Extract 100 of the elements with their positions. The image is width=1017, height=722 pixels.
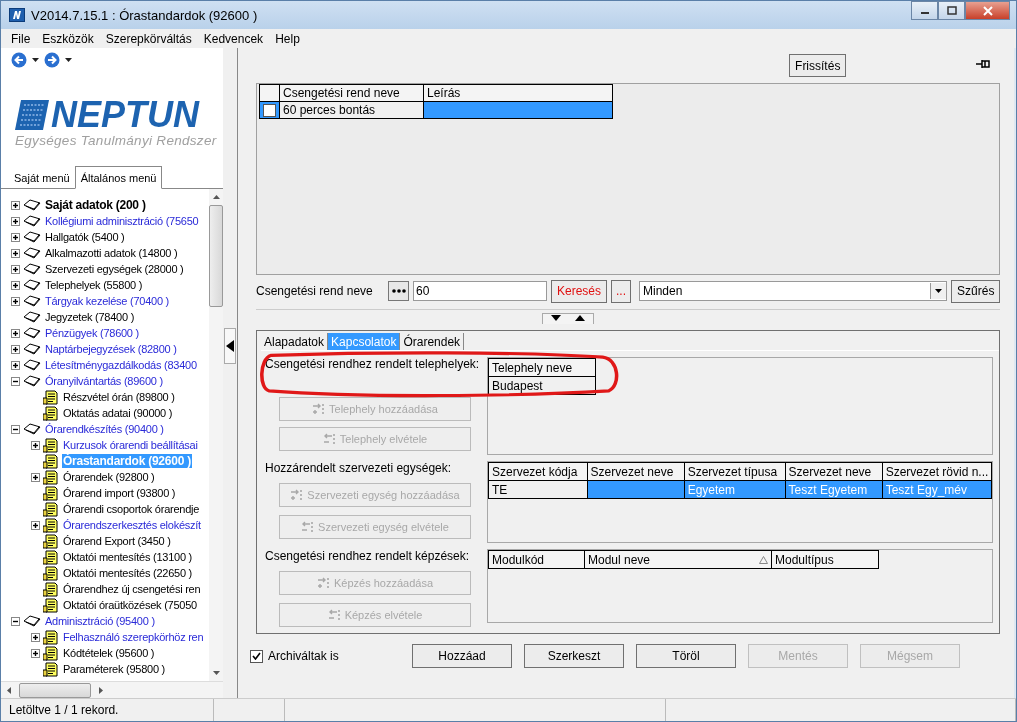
tree-item[interactable]: Kollégiumi adminisztráció (75650 xyxy=(44,215,200,227)
tree-item[interactable]: Pénzügyek (78600 ) xyxy=(44,327,140,339)
tree-item[interactable]: Kurzusok órarendi beállításai xyxy=(62,439,199,451)
expander-icon[interactable] xyxy=(11,280,20,290)
triangle-down-icon xyxy=(551,315,562,321)
tree-item[interactable]: Oktatói óraütközések (75050 xyxy=(62,599,198,611)
expander-icon[interactable] xyxy=(11,232,20,242)
menu-item[interactable]: Kedvencek xyxy=(197,29,270,48)
scroll-thumb[interactable] xyxy=(19,682,91,698)
tree-item[interactable]: Adminisztráció (95400 ) xyxy=(44,615,156,627)
tree-item[interactable]: Szervezeti egységek (28000 ) xyxy=(44,263,185,275)
tree-item[interactable]: Saját adatok (200 ) xyxy=(44,198,147,212)
tree-item[interactable]: Paraméterek (95800 ) xyxy=(62,663,166,675)
column-header[interactable]: Modulkód xyxy=(488,550,585,569)
column-header[interactable]: Leírás xyxy=(423,84,613,102)
scroll-right-icon[interactable] xyxy=(99,686,103,694)
expander-icon[interactable] xyxy=(11,328,20,338)
expander-icon[interactable] xyxy=(11,344,20,354)
tree-item[interactable]: Órarend import (93800 ) xyxy=(62,487,177,499)
collapse-button[interactable] xyxy=(224,328,236,364)
close-button[interactable] xyxy=(965,1,1010,20)
tree-item[interactable]: Oktatás adatai (90000 ) xyxy=(62,407,174,419)
scroll-thumb[interactable] xyxy=(209,205,223,307)
checkbox[interactable] xyxy=(250,649,263,663)
tree-item[interactable]: Tárgyak kezelése (70400 ) xyxy=(44,295,170,307)
book-icon xyxy=(23,423,41,435)
tree-item[interactable]: Oktatói mentesítés (22650 ) xyxy=(62,567,193,579)
dropdown-caret-icon[interactable] xyxy=(65,58,72,62)
column-header[interactable]: Csengetési rend neve xyxy=(279,84,424,102)
refresh-button[interactable]: Frissítés xyxy=(789,54,847,77)
expander-icon[interactable] xyxy=(11,424,20,434)
minimize-button[interactable] xyxy=(911,1,938,20)
menu-item[interactable]: File xyxy=(5,29,37,48)
menu-tab[interactable]: Általános menü xyxy=(74,166,163,189)
action-button[interactable]: Hozzáad xyxy=(412,644,512,668)
column-header[interactable]: Szervezet neve xyxy=(785,462,883,481)
maximize-button[interactable] xyxy=(938,1,965,20)
action-button[interactable]: Szerkeszt xyxy=(524,644,624,668)
tree-item[interactable]: Órarendkészítés (90400 ) xyxy=(44,423,165,435)
tree-item[interactable]: Óranyilvántartás (89600 ) xyxy=(44,375,164,387)
tree-item[interactable]: Órarendek (92800 ) xyxy=(62,471,156,483)
expander-icon[interactable] xyxy=(11,376,20,386)
filter-dropdown[interactable]: Minden xyxy=(639,281,948,301)
tree-item[interactable]: Kódtételek (95600 ) xyxy=(62,647,156,659)
tree-item[interactable]: Felhasználó szerepkörhöz ren xyxy=(62,631,205,643)
book-icon xyxy=(23,327,41,339)
expander-icon[interactable] xyxy=(31,632,40,642)
action-button[interactable]: Töröl xyxy=(636,644,736,668)
scroll-down-icon[interactable] xyxy=(212,671,220,675)
tree-item[interactable]: Naptárbejegyzések (82800 ) xyxy=(44,343,178,355)
more-button[interactable]: ... xyxy=(611,279,632,303)
tree-item[interactable]: Részvétel órán (89800 ) xyxy=(62,391,176,403)
search-button[interactable]: Keresés xyxy=(551,279,608,303)
pin-icon[interactable] xyxy=(976,58,993,69)
expander-icon[interactable] xyxy=(11,200,20,210)
splitter-handle[interactable] xyxy=(542,313,595,324)
scrollbar[interactable] xyxy=(1,681,223,698)
tree-item[interactable]: Hallgatók (5400 ) xyxy=(44,231,126,243)
tree-item[interactable]: Órarendi csoportok órarendje xyxy=(62,503,201,515)
row-checkbox[interactable] xyxy=(263,104,276,118)
tree-item[interactable]: Alkalmazotti adatok (14800 ) xyxy=(44,247,179,259)
expander-icon[interactable] xyxy=(31,648,40,658)
column-header[interactable]: Telephely neve xyxy=(488,358,596,377)
tree-item[interactable]: Órarendszerkesztés elokészít xyxy=(62,519,202,531)
expander-icon[interactable] xyxy=(11,296,20,306)
tree-item[interactable]: Órarendhez új csengetési ren xyxy=(62,583,202,595)
expander-icon[interactable] xyxy=(11,616,20,626)
column-header[interactable]: Szervezet neve xyxy=(587,462,685,481)
menu-item[interactable]: Szerepkörváltás xyxy=(99,29,198,48)
back-icon[interactable] xyxy=(11,52,27,68)
tree-item[interactable]: Oktatói mentesítés (13100 ) xyxy=(62,551,193,563)
options-button[interactable] xyxy=(388,281,409,301)
tree-item[interactable]: Telephelyek (55800 ) xyxy=(44,279,144,291)
expander-icon[interactable] xyxy=(11,216,20,226)
expander-icon[interactable] xyxy=(31,520,40,530)
table-cell: TE xyxy=(488,480,588,499)
scroll-up-icon[interactable] xyxy=(212,195,220,199)
search-field[interactable]: 60 xyxy=(413,281,547,301)
expander-icon[interactable] xyxy=(31,472,40,482)
column-header[interactable]: Modultípus xyxy=(771,550,879,569)
expander-icon[interactable] xyxy=(11,264,20,274)
tree-item[interactable]: Jegyzetek (78400 ) xyxy=(44,311,136,323)
expander-icon[interactable] xyxy=(11,360,20,370)
menu-item[interactable]: Eszközök xyxy=(36,29,100,48)
tree-item[interactable]: Létesítménygazdálkodás (83400 xyxy=(44,359,198,371)
expander-icon[interactable] xyxy=(11,248,20,258)
column-header[interactable]: Modul neve xyxy=(584,550,772,569)
forward-icon[interactable] xyxy=(44,52,60,68)
dropdown-caret-icon[interactable] xyxy=(32,58,39,62)
menu-item[interactable]: Help xyxy=(269,29,306,48)
filter-button[interactable]: Szűrés xyxy=(951,279,1001,303)
expander-icon[interactable] xyxy=(31,440,40,450)
book-icon xyxy=(23,343,41,355)
scroll-left-icon[interactable] xyxy=(7,686,11,694)
detail-tab[interactable]: Alapadatok xyxy=(261,333,329,350)
tree-item[interactable]: Órarend Export (3450 ) xyxy=(62,535,172,547)
column-header[interactable]: Szervezet típusa xyxy=(684,462,786,481)
scrollbar[interactable] xyxy=(209,189,223,681)
column-header[interactable]: Szervezet rövid n... xyxy=(882,462,992,481)
column-header[interactable]: Szervezet kódja xyxy=(488,462,588,481)
